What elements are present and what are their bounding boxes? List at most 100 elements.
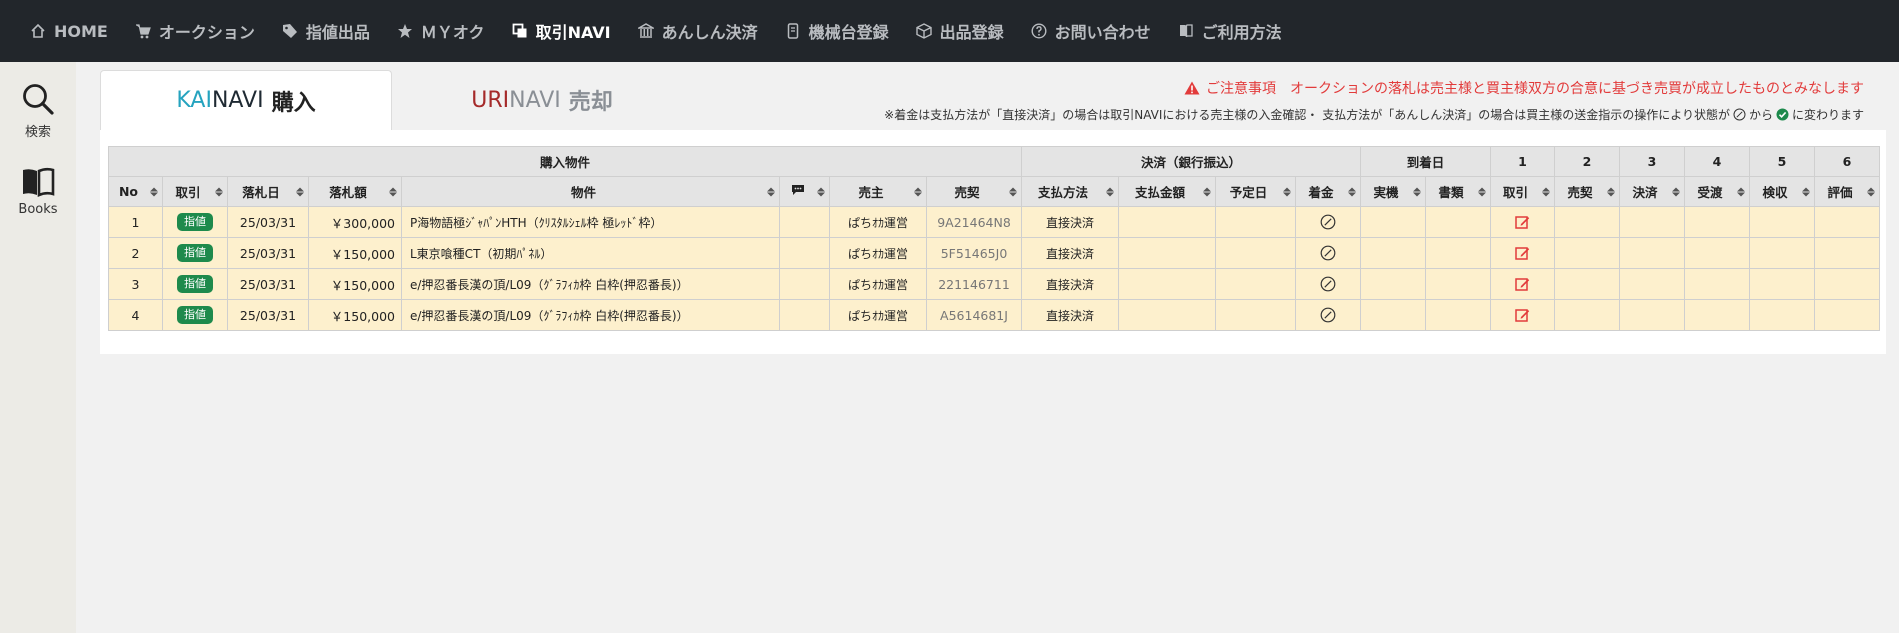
table-row[interactable]: 1 指値 25/03/31 ￥300,000 P海物語極ｼﾞｬﾊﾟﾝHTH（ｸﾘｽﾀﾙｼ… [108,206,1880,238]
cell-step-review [1814,299,1880,331]
sort-icon[interactable] [1672,187,1680,196]
sort-icon[interactable] [1737,187,1745,196]
cell-item[interactable]: L東京喰種CT（初期ﾊﾟﾈﾙ） [401,237,780,269]
sort-icon[interactable] [1802,187,1810,196]
cell-step-settle [1619,206,1685,238]
column-header-received[interactable]: 着金 [1295,176,1361,207]
edit-icon[interactable] [1515,215,1530,230]
cell-step-trade[interactable] [1490,237,1555,269]
edit-icon[interactable] [1515,277,1530,292]
cell-step-settle [1619,268,1685,300]
column-header-step-deliver[interactable]: 受渡 [1684,176,1750,207]
cell-step-contract [1554,237,1620,269]
deal-badge: 指値 [177,306,213,324]
column-header-item[interactable]: 物件 [401,176,780,207]
cell-item[interactable]: P海物語極ｼﾞｬﾊﾟﾝHTH（ｸﾘｽﾀﾙｼｪﾙ枠 極ﾚｯﾄﾞ枠） [401,206,780,238]
cell-step-trade[interactable] [1490,299,1555,331]
cell-contract[interactable]: 9A21464N8 [926,206,1022,238]
nav-contact[interactable]: お問い合わせ [1031,19,1151,43]
tab-kainavi-buy[interactable]: KAI NAVI 購入 [100,70,392,130]
sort-icon[interactable] [1542,187,1550,196]
nav-how-to-use[interactable]: ご利用方法 [1178,19,1282,43]
cell-step-trade[interactable] [1490,206,1555,238]
cell-due [1215,206,1296,238]
nav-label: 取引NAVI [535,23,611,42]
copy-icon [512,23,527,38]
cell-contract[interactable]: 221146711 [926,268,1022,300]
sort-icon[interactable] [767,187,775,196]
nav-auction[interactable]: オークション [135,19,255,43]
sort-icon[interactable] [914,187,922,196]
sort-icon[interactable] [389,187,397,196]
cell-machine [1360,237,1426,269]
cell-step-deliver [1684,268,1750,300]
column-header-comment[interactable] [779,176,830,207]
cell-contract[interactable]: 5F51465J0 [926,237,1022,269]
sort-icon[interactable] [1478,187,1486,196]
edit-icon[interactable] [1515,308,1530,323]
sort-icon[interactable] [817,187,825,196]
cell-item[interactable]: e/押忍番長漢の頂/L09（ｸﾞﾗﾌｨｶ枠 白枠(押忍番長)） [401,299,780,331]
cell-contract[interactable]: A5614681J [926,299,1022,331]
cell-date: 25/03/31 [227,206,309,238]
column-header-step-review[interactable]: 評価 [1814,176,1880,207]
table-row[interactable]: 4 指値 25/03/31 ￥150,000 e/押忍番長漢の頂/L09（ｸﾞﾗﾌｨｶ枠… [108,299,1880,331]
sidebar-books[interactable]: Books [0,167,76,217]
column-header-step-settle[interactable]: 決済 [1619,176,1685,207]
sort-icon[interactable] [215,187,223,196]
nav-my-auction[interactable]: ＭＹオク [397,19,485,43]
column-header-row: No 取引 落札日 落札額 物件 売主 売契 支払方法 支払金額 予定日 着金 実機 書類 取引 売契 決済 受… [108,176,1880,207]
sort-icon[interactable] [1106,187,1114,196]
edit-icon[interactable] [1515,246,1530,261]
column-header-label: 評価 [1827,185,1853,200]
cell-step-inspect [1749,268,1815,300]
nav-label: 出品登録 [939,23,1004,42]
sort-icon[interactable] [150,187,158,196]
column-header-label: 売契 [1567,185,1593,200]
cell-due [1215,299,1296,331]
column-header-step-trade[interactable]: 取引 [1490,176,1555,207]
sort-icon[interactable] [1607,187,1615,196]
column-header-seller[interactable]: 売主 [829,176,927,207]
sidebar-search[interactable]: 検索 [0,82,76,140]
cell-price: ￥150,000 [308,299,402,331]
nav-home[interactable]: HOME [30,22,108,41]
sort-icon[interactable] [1867,187,1875,196]
tab-buy-word: 購入 [271,90,316,116]
cell-item[interactable]: e/押忍番長漢の頂/L09（ｸﾞﾗﾌｨｶ枠 白枠(押忍番長)） [401,268,780,300]
cell-comment [779,237,830,269]
tab-urinavi-sell[interactable]: URI NAVI 売却 [392,70,692,130]
sort-icon[interactable] [1283,187,1291,196]
column-header-machine[interactable]: 実機 [1360,176,1426,207]
cell-documents [1425,237,1491,269]
sort-icon[interactable] [1203,187,1211,196]
table-row[interactable]: 3 指値 25/03/31 ￥150,000 e/押忍番長漢の頂/L09（ｸﾞﾗﾌｨｶ枠… [108,268,1880,300]
column-header-documents[interactable]: 書類 [1425,176,1491,207]
group-header-settlement: 決済（銀行振込） [1021,146,1361,177]
nav-trade-navi[interactable]: 取引NAVI [512,19,611,43]
column-header-due[interactable]: 予定日 [1215,176,1296,207]
column-header-deal[interactable]: 取引 [162,176,228,207]
column-header-contract[interactable]: 売契 [926,176,1022,207]
cell-step-trade[interactable] [1490,268,1555,300]
column-header-date[interactable]: 落札日 [227,176,309,207]
nav-safe-payment[interactable]: あんしん決済 [637,19,758,43]
column-header-no[interactable]: No [108,176,163,207]
cell-date: 25/03/31 [227,237,309,269]
column-header-method[interactable]: 支払方法 [1021,176,1119,207]
sort-icon[interactable] [1009,187,1017,196]
sort-icon[interactable] [296,187,304,196]
sort-icon[interactable] [1413,187,1421,196]
column-header-step-inspect[interactable]: 検収 [1749,176,1815,207]
column-header-amount[interactable]: 支払金額 [1118,176,1216,207]
column-header-price[interactable]: 落札額 [308,176,402,207]
cell-method: 直接決済 [1021,237,1119,269]
nav-machine-register[interactable]: 機械台登録 [785,19,889,43]
column-header-label: 売主 [858,185,884,200]
table-row[interactable]: 2 指値 25/03/31 ￥150,000 L東京喰種CT（初期ﾊﾟﾈﾙ） ぱちｵｶ運営… [108,237,1880,269]
nav-listing-register[interactable]: 出品登録 [915,19,1004,43]
cell-documents [1425,206,1491,238]
sort-icon[interactable] [1348,187,1356,196]
nav-limit-listing[interactable]: 指値出品 [282,19,370,43]
column-header-step-contract[interactable]: 売契 [1554,176,1620,207]
